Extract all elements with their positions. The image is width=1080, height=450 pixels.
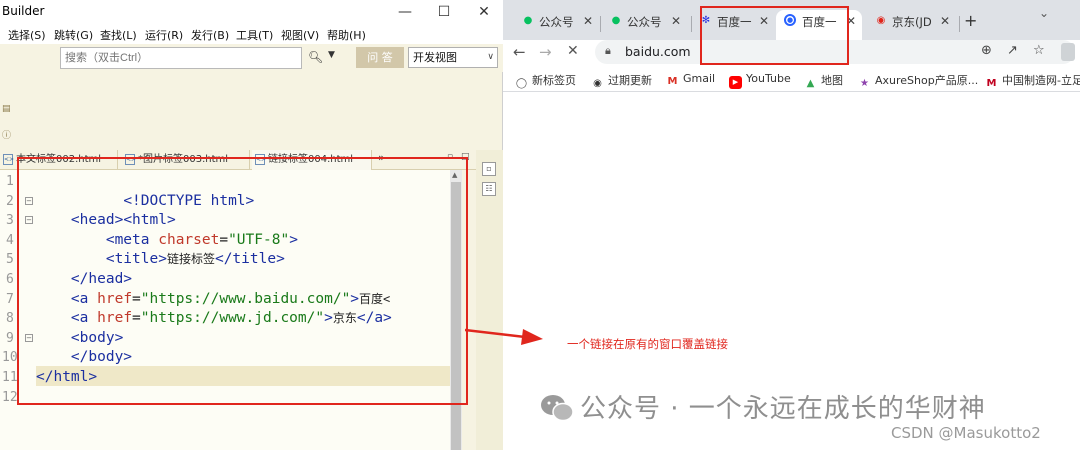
app-title: Builder — [2, 4, 45, 18]
menu-help[interactable]: 帮助(H) — [327, 27, 366, 43]
wechat-logo-icon — [541, 395, 574, 422]
info-icon[interactable]: ⓘ — [2, 128, 12, 141]
wechat-icon: ● — [523, 15, 533, 26]
bookmarks-bar: ◯ 新标签页 ◉ 过期更新 M Gmail ▶ YouTube ▲ 地图 ★ AxureSh… — [503, 68, 1080, 92]
chevron-down-icon[interactable]: ⌄ — [1039, 6, 1049, 20]
back-icon[interactable]: ← — [513, 43, 526, 61]
bookmark-item[interactable]: ▶ YouTube — [729, 72, 791, 89]
line-number: 8 — [6, 311, 14, 327]
credit-text: CSDN @Masukotto2 — [891, 424, 1041, 442]
forward-icon[interactable]: → — [539, 43, 552, 61]
line-number: 10 — [2, 350, 18, 366]
share-icon[interactable]: ↗ — [1007, 43, 1018, 58]
html-file-icon: <> — [3, 154, 15, 165]
bookmark-item[interactable]: ◉ 过期更新 — [591, 72, 652, 90]
right-side-panel: ▫ ☷ — [476, 150, 503, 450]
menu-tools[interactable]: 工具(T) — [236, 27, 273, 43]
view-select[interactable]: 开发视图 ∨ — [408, 47, 498, 68]
chevron-down-icon: ∨ — [487, 52, 494, 62]
menu-view[interactable]: 视图(V) — [281, 27, 319, 43]
line-number: 12 — [2, 389, 18, 405]
outline-icon[interactable]: ▤ — [2, 104, 12, 114]
zoom-icon[interactable]: ⊕ — [981, 43, 992, 58]
new-tab-button[interactable]: + — [964, 11, 977, 30]
line-number: 4 — [6, 232, 14, 248]
chevron-down-icon[interactable]: ▼ — [328, 50, 340, 66]
preview-icon[interactable]: ☷ — [482, 182, 496, 196]
bookmark-label: AxureShop产品原... — [875, 74, 979, 87]
title-bar: Builder — ☐ ✕ — [0, 0, 503, 24]
wechat-icon: ● — [611, 15, 621, 26]
arrow-icon — [465, 328, 543, 345]
chrome-window: ● 公众号 ✕ ● 公众号 ✕ ✻ 百度一 ✕ ● 百度一 ✕ ◉ 京东(JD … — [503, 0, 1080, 450]
qa-button[interactable]: 问 答 — [356, 47, 404, 68]
url-text[interactable]: baidu.com — [625, 44, 691, 59]
menu-find[interactable]: 查找(L) — [100, 27, 137, 43]
browser-tab[interactable]: ● 公众号 ✕ — [513, 10, 599, 40]
line-number: 2 — [6, 193, 14, 209]
close-tab-icon[interactable]: ✕ — [940, 14, 950, 28]
made-in-china-icon: M — [986, 78, 997, 89]
view-select-value: 开发视图 — [413, 51, 457, 64]
annotation-text: 一个链接在原有的窗口覆盖链接 — [567, 337, 728, 351]
screenshot: Builder — ☐ ✕ 选择(S) 跳转(G) 查找(L) 运行(R) 发行… — [0, 0, 1080, 450]
watermark: 公众号 · 一个永远在成长的华财神 — [540, 388, 986, 425]
bookmark-label: YouTube — [746, 72, 791, 85]
globe-icon: ◯ — [515, 78, 528, 89]
close-tab-icon[interactable]: ✕ — [671, 14, 681, 28]
star-icon: ★ — [860, 78, 869, 89]
profile-icon[interactable] — [1061, 43, 1075, 61]
line-number: 5 — [6, 252, 14, 268]
tab-title: 公众号 — [627, 15, 662, 29]
bookmark-star-icon[interactable]: ☆ — [1033, 43, 1045, 58]
tab-title: 京东(JD — [892, 15, 932, 29]
watermark-text: 公众号 · 一个永远在成长的华财神 — [580, 394, 986, 424]
code-highlight-box — [17, 157, 468, 405]
restore-icon[interactable]: ▫ — [482, 162, 496, 176]
bookmark-label: Gmail — [683, 72, 716, 85]
menu-run[interactable]: 运行(R) — [145, 27, 183, 43]
line-number: 6 — [6, 272, 14, 287]
menu-select[interactable]: 选择(S) — [8, 27, 46, 43]
jd-icon: ◉ — [876, 15, 886, 26]
search-icon[interactable]: 🔍︎ — [308, 50, 328, 66]
search-input[interactable] — [61, 48, 301, 68]
close-icon[interactable]: ✕ — [474, 3, 494, 21]
bookmark-item[interactable]: ▲ 地图 — [804, 72, 843, 90]
close-tab-icon[interactable]: ✕ — [583, 14, 593, 28]
bookmark-label: 中国制造网-立足... — [1002, 74, 1080, 87]
browser-tab[interactable]: ◉ 京东(JD ✕ — [866, 10, 958, 40]
gmail-icon: M — [667, 76, 678, 87]
bookmark-label: 新标签页 — [532, 74, 576, 87]
line-number: 3 — [6, 213, 14, 229]
tab-separator — [959, 16, 960, 32]
search-box — [60, 47, 302, 69]
lock-icon[interactable]: 🔒︎ — [605, 44, 611, 58]
line-number: 9 — [6, 330, 14, 346]
bookmark-label: 过期更新 — [608, 74, 652, 87]
minimize-icon[interactable]: — — [395, 3, 415, 21]
toolbar: 🔍︎ ▼ 问 答 开发视图 ∨ — [0, 44, 503, 72]
line-number: 11 — [2, 370, 18, 385]
tab-title: 公众号 — [539, 15, 574, 29]
maximize-icon[interactable]: ☐ — [434, 3, 454, 21]
youtube-icon: ▶ — [729, 76, 742, 89]
line-number: 7 — [6, 291, 14, 307]
globe-icon: ◉ — [593, 78, 602, 89]
stop-icon[interactable]: ✕ — [567, 43, 579, 59]
menu-bar: 选择(S) 跳转(G) 查找(L) 运行(R) 发行(B) 工具(T) 视图(V… — [0, 24, 503, 44]
browser-tab[interactable]: ● 公众号 ✕ — [601, 10, 691, 40]
bookmark-item[interactable]: M 中国制造网-立足... — [985, 72, 1080, 90]
tab-highlight-box — [700, 6, 849, 65]
bookmark-item[interactable]: ◯ 新标签页 — [515, 72, 576, 90]
bookmark-item[interactable]: ★ AxureShop产品原... — [858, 72, 978, 90]
bookmark-item[interactable]: M Gmail — [666, 72, 716, 88]
line-number: 1 — [6, 174, 14, 189]
maps-icon: ▲ — [806, 78, 815, 89]
bookmark-label: 地图 — [821, 74, 843, 87]
menu-publish[interactable]: 发行(B) — [191, 27, 229, 43]
menu-goto[interactable]: 跳转(G) — [54, 27, 93, 43]
